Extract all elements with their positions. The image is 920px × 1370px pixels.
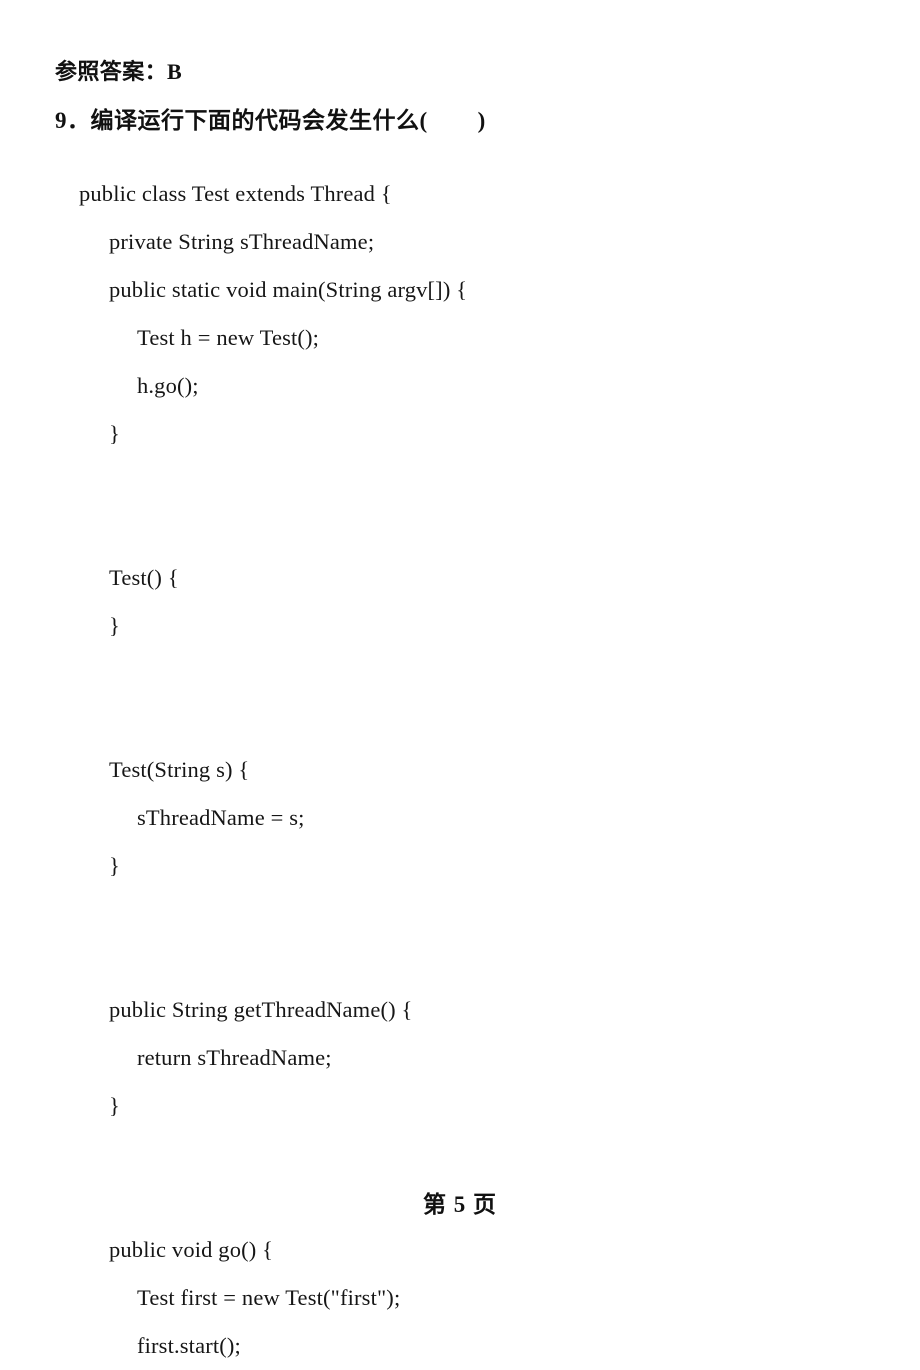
code-line: } [109,613,120,638]
code-line: } [109,421,120,446]
code-line: public class Test extends Thread { [79,181,392,206]
code-line: public String getThreadName() { [109,997,413,1022]
page-footer: 第 5 页 [423,1192,497,1217]
code-line: Test(String s) { [109,757,250,782]
code-line: first.start(); [137,1333,241,1358]
document-page: 参照答案：B 9．编译运行下面的代码会发生什么( ) public class … [0,0,920,1358]
code-line: Test first = new Test("first"); [137,1285,401,1310]
code-line: Test() { [109,565,179,590]
reference-answer-line: 参照答案：B [55,59,183,84]
code-line: } [109,1093,120,1118]
code-line: sThreadName = s; [137,805,305,830]
code-line: public static void main(String argv[]) { [109,277,468,302]
code-line: return sThreadName; [137,1045,332,1070]
code-line: Test h = new Test(); [137,325,320,350]
code-line: } [109,853,120,878]
question-heading: 9．编译运行下面的代码会发生什么( ) [55,108,486,133]
code-line: public void go() { [109,1237,274,1262]
code-line: private String sThreadName; [109,229,375,254]
code-line: h.go(); [137,373,199,398]
